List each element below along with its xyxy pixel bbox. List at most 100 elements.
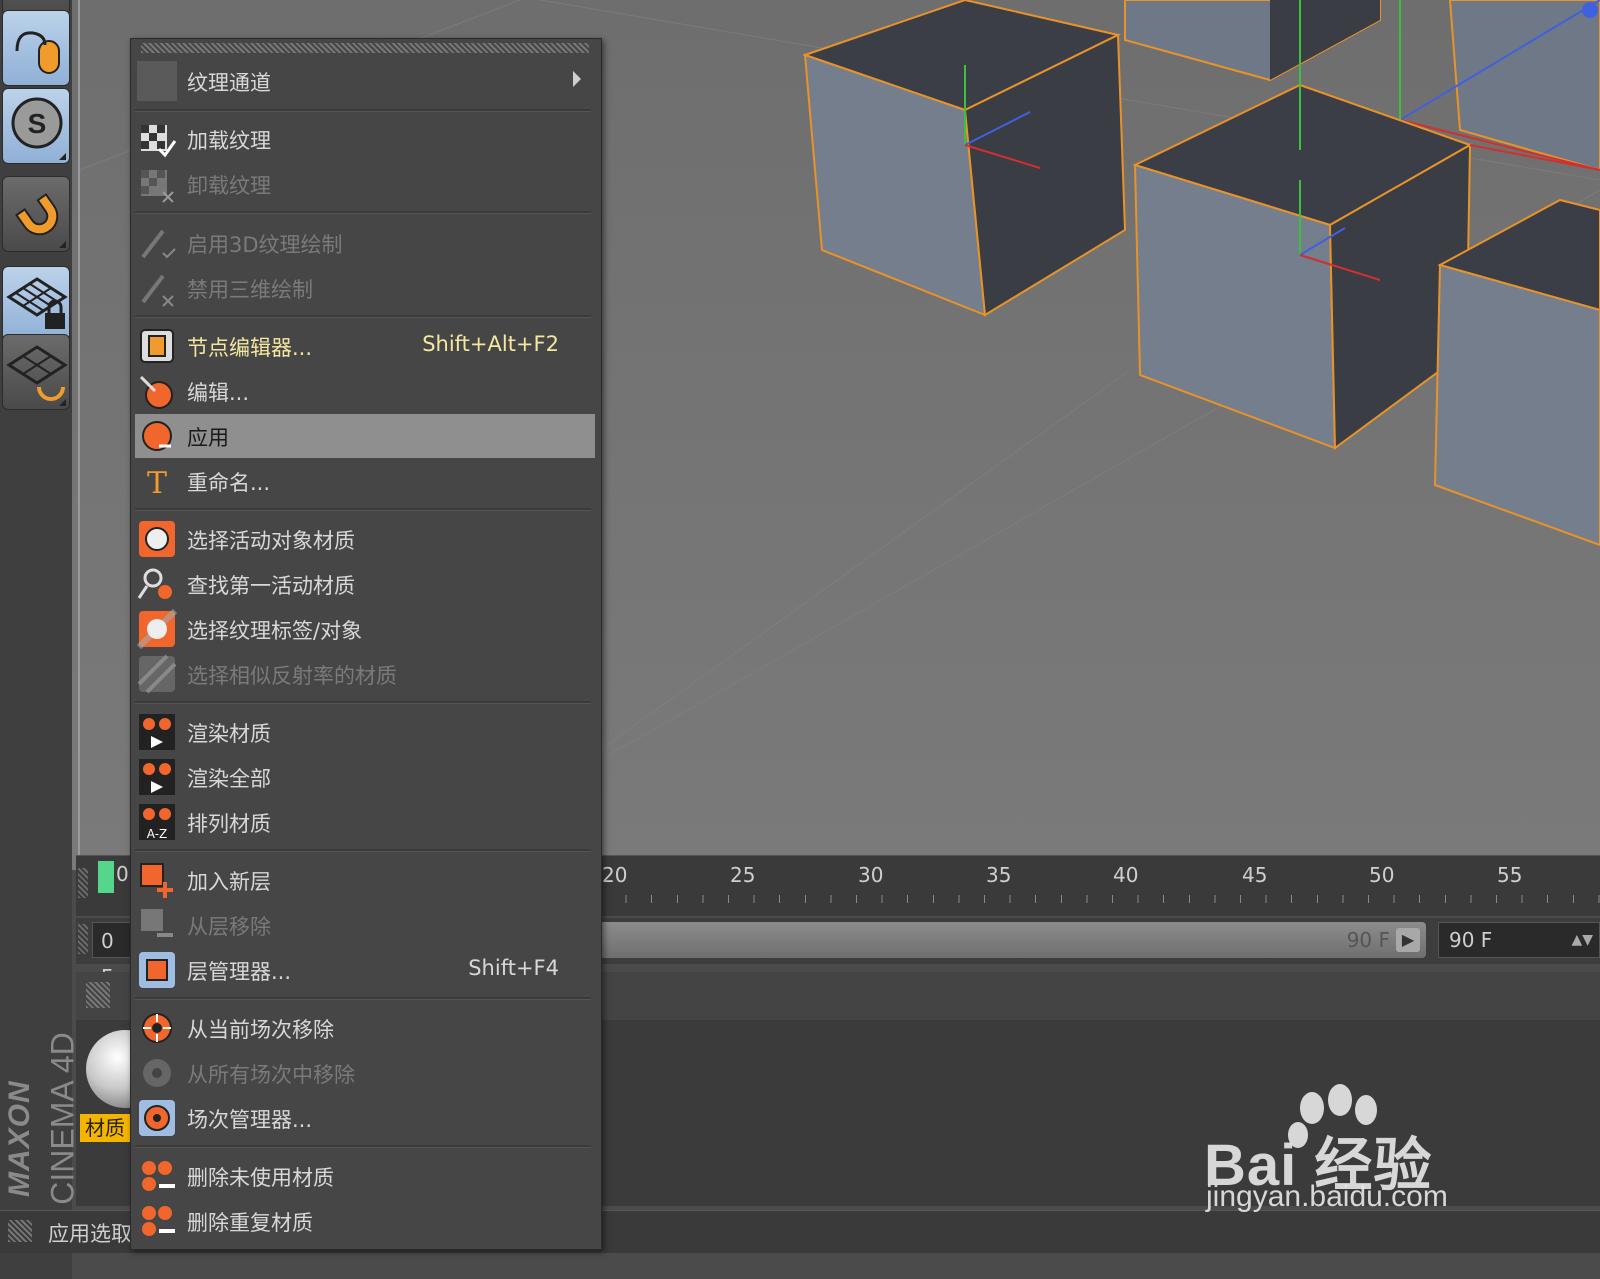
menu-item-shortcut: Shift+F4 — [468, 956, 559, 980]
timeline-tick: 45 — [1242, 863, 1268, 887]
menu-item-disable-3d-paint[interactable]: 禁用三维绘制 — [135, 266, 595, 310]
menu-item-select-texture-tag[interactable]: 选择纹理标签/对象 — [135, 607, 595, 651]
menu-item-label: 渲染材质 — [187, 722, 271, 746]
material-thumbnail[interactable] — [80, 1028, 136, 1110]
menu-tearoff-grip[interactable] — [141, 43, 589, 53]
menu-item-apply[interactable]: 应用 — [135, 414, 595, 458]
submenu-corner-icon — [59, 153, 66, 160]
range-end-field[interactable]: 90 F ▲▼ — [1438, 922, 1600, 958]
menu-item-label: 加载纹理 — [187, 129, 271, 153]
solo-button[interactable]: S — [2, 88, 70, 164]
grid-lock-icon — [6, 277, 68, 329]
remove-from-layer-icon — [141, 909, 173, 937]
spinner-arrows-icon[interactable]: ▲▼ — [1571, 923, 1593, 957]
node-editor-icon — [140, 329, 174, 363]
menu-item-label: 从当前场次移除 — [187, 1018, 334, 1042]
menu-item-sort-materials[interactable]: A-Z 排列材质 — [135, 800, 595, 844]
blank-icon — [137, 61, 177, 101]
select-similar-reflectance-icon — [137, 654, 177, 694]
menu-item-shortcut: Shift+Alt+F2 — [422, 332, 559, 356]
menu-item-find-first-material[interactable]: 查找第一活动材质 — [135, 562, 595, 606]
menu-item-select-similar-reflectance[interactable]: 选择相似反射率的材质 — [135, 652, 595, 696]
menu-item-render-material[interactable]: 渲染材质 — [135, 710, 595, 754]
menu-item-rename[interactable]: T 重命名... — [135, 459, 595, 503]
range-start-field[interactable]: 0 F — [92, 922, 132, 989]
timeline-grip[interactable] — [78, 868, 88, 898]
menu-item-label: 渲染全部 — [187, 767, 271, 791]
menu-item-layer-manager[interactable]: 层管理器... Shift+F4 — [135, 948, 595, 992]
menu-item-label: 查找第一活动材质 — [187, 574, 355, 598]
disable-3d-paint-icon — [141, 274, 174, 307]
svg-text:T: T — [147, 466, 167, 501]
menu-item-label: 卸载纹理 — [187, 174, 271, 198]
menu-item-delete-duplicate[interactable]: 删除重复材质 — [135, 1199, 595, 1243]
material-name-label[interactable]: 材质 — [80, 1114, 130, 1142]
menu-item-label: 纹理通道 — [187, 71, 271, 95]
timeline-tick: 20 — [602, 863, 628, 887]
menu-item-label: 从所有场次中移除 — [187, 1063, 355, 1087]
menu-item-remove-from-layer[interactable]: 从层移除 — [135, 903, 595, 947]
menu-item-remove-from-all-takes[interactable]: 从所有场次中移除 — [135, 1051, 595, 1095]
menu-separator — [135, 701, 591, 704]
menu-item-enable-3d-paint[interactable]: 启用3D纹理绘制 — [135, 221, 595, 265]
enable-3d-paint-icon — [141, 229, 176, 259]
menu-item-label: 删除未使用材质 — [187, 1166, 334, 1190]
tweak-mode-button[interactable] — [2, 10, 70, 86]
menu-item-take-manager[interactable]: 场次管理器... — [135, 1096, 595, 1140]
menu-item-label: 启用3D纹理绘制 — [187, 233, 343, 257]
menu-item-label: 删除重复材质 — [187, 1211, 313, 1235]
timeline-tick: 40 — [1113, 863, 1139, 887]
menu-item-label: 选择纹理标签/对象 — [187, 619, 363, 643]
edit-icon — [139, 375, 173, 409]
current-frame-marker[interactable] — [98, 861, 114, 893]
sort-materials-icon: A-Z — [139, 804, 175, 841]
submenu-arrow-icon — [573, 71, 581, 87]
workplane-align-button[interactable] — [2, 334, 70, 410]
render-material-icon — [139, 714, 175, 750]
menu-separator — [135, 1145, 591, 1148]
submenu-corner-icon — [59, 241, 66, 248]
remove-from-all-takes-icon — [143, 1059, 171, 1087]
menu-item-label: 选择相似反射率的材质 — [187, 664, 397, 688]
menu-item-render-all[interactable]: 渲染全部 — [135, 755, 595, 799]
load-texture-icon — [141, 125, 177, 158]
menu-item-load-texture[interactable]: 加载纹理 — [135, 117, 595, 161]
timeline-tick: 55 — [1497, 863, 1523, 887]
status-grip[interactable] — [8, 1220, 32, 1242]
rename-icon: T — [147, 466, 167, 501]
snap-button[interactable] — [2, 176, 70, 252]
menu-item-node-editor[interactable]: 节点编辑器... Shift+Alt+F2 — [135, 324, 595, 368]
play-arrow-icon[interactable]: ▶ — [1396, 928, 1420, 952]
workplane-lock-button[interactable] — [2, 266, 70, 342]
mouse-cursor-icon — [15, 31, 60, 74]
menu-item-label: 禁用三维绘制 — [187, 278, 313, 302]
timeline-tick: 25 — [730, 863, 756, 887]
menu-item-add-layer[interactable]: 加入新层 — [135, 858, 595, 902]
select-active-material-icon — [139, 521, 175, 557]
menu-separator — [135, 508, 591, 511]
menu-separator — [135, 315, 591, 318]
menu-item-select-active-material[interactable]: 选择活动对象材质 — [135, 517, 595, 561]
maxon-logo: MAXON — [3, 1080, 36, 1197]
menu-item-texture-channel[interactable]: 纹理通道 — [135, 59, 595, 103]
delete-unused-icon — [142, 1161, 175, 1191]
layer-manager-icon — [139, 952, 175, 988]
material-manager-grip[interactable] — [86, 982, 110, 1008]
menu-item-label: 从层移除 — [187, 915, 271, 939]
submenu-corner-icon — [59, 399, 66, 406]
menu-item-label: 编辑... — [187, 381, 250, 405]
select-texture-tag-icon — [137, 609, 177, 649]
menu-item-label: 场次管理器... — [187, 1108, 313, 1132]
menu-item-edit[interactable]: 编辑... — [135, 369, 595, 413]
material-context-menu: 纹理通道 加载纹理 卸载纹理 启用3D纹理绘制 禁用三维绘制 节点编辑器... … — [130, 38, 602, 1250]
menu-item-unload-texture[interactable]: 卸载纹理 — [135, 162, 595, 206]
range-slider[interactable]: 90 F ▶ — [600, 922, 1426, 958]
render-all-icon — [139, 759, 175, 795]
material-sphere-icon — [86, 1030, 136, 1108]
timeline-tick: 50 — [1369, 863, 1395, 887]
menu-item-remove-from-take[interactable]: 从当前场次移除 — [135, 1006, 595, 1050]
add-layer-icon — [140, 863, 173, 898]
menu-item-label: 加入新层 — [187, 870, 271, 894]
menu-item-delete-unused[interactable]: 删除未使用材质 — [135, 1154, 595, 1198]
range-grip[interactable] — [78, 924, 88, 954]
